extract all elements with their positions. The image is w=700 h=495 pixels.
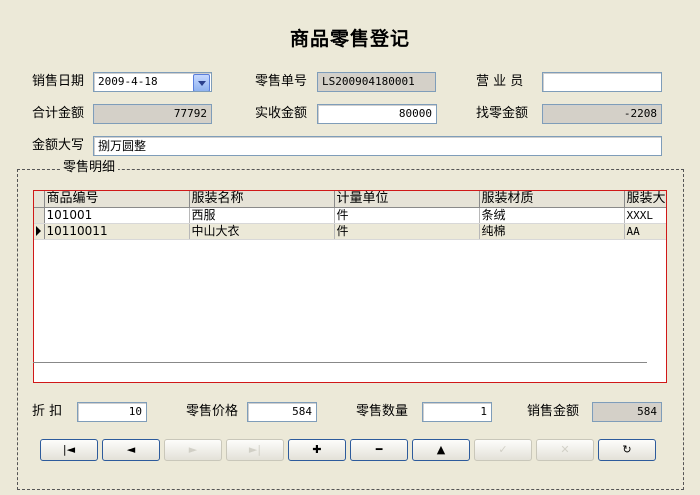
up-triangle-icon: ▲ — [436, 443, 446, 456]
refresh-icon: ↻ — [622, 443, 632, 456]
record-navigator: |◄ ◄ ► ►| ✚ ━ ▲ ✓ ✕ ↻ — [40, 439, 662, 461]
detail-grid[interactable]: 商品编号 服装名称 计量单位 服装材质 服装大 101001 西服 件 条绒 X… — [33, 190, 667, 383]
nav-next-button[interactable]: ► — [164, 439, 222, 461]
cell-size[interactable]: XXXL — [624, 207, 666, 224]
sale-amount-label: 销售金额 — [527, 404, 580, 419]
sale-date-value: 2009-4-18 — [98, 75, 158, 88]
check-icon: ✓ — [498, 443, 508, 456]
nav-refresh-button[interactable]: ↻ — [598, 439, 656, 461]
next-record-icon: ► — [188, 443, 198, 456]
nav-post-button[interactable]: ✓ — [474, 439, 532, 461]
x-icon: ✕ — [560, 443, 570, 456]
row-indicator[interactable] — [34, 207, 45, 224]
column-header-material[interactable]: 服装材质 — [479, 191, 625, 208]
column-header-unit[interactable]: 计量单位 — [334, 191, 480, 208]
plus-icon: ✚ — [312, 443, 322, 456]
cell-name[interactable]: 西服 — [189, 207, 335, 224]
received-amount-label: 实收金额 — [255, 106, 308, 121]
cell-name[interactable]: 中山大衣 — [189, 223, 335, 240]
amount-in-words-label: 金额大写 — [32, 138, 85, 153]
cell-code[interactable]: 101001 — [44, 207, 190, 224]
column-header-name[interactable]: 服装名称 — [189, 191, 335, 208]
nav-first-button[interactable]: |◄ — [40, 439, 98, 461]
amount-in-words-field[interactable]: 捌万圆整 — [93, 136, 662, 156]
total-amount-field[interactable]: 77792 — [93, 104, 212, 124]
nav-last-button[interactable]: ►| — [226, 439, 284, 461]
column-header-code[interactable]: 商品编号 — [44, 191, 190, 208]
grid-corner-header — [34, 191, 45, 208]
cell-unit[interactable]: 件 — [334, 207, 480, 224]
total-amount-label: 合计金额 — [32, 106, 85, 121]
change-amount-label: 找零金额 — [476, 106, 529, 121]
cell-material[interactable]: 条绒 — [479, 207, 625, 224]
retail-qty-label: 零售数量 — [356, 404, 409, 419]
nav-delete-button[interactable]: ━ — [350, 439, 408, 461]
retail-qty-field[interactable]: 1 — [422, 402, 492, 422]
sale-no-field[interactable]: LS200904180001 — [317, 72, 436, 92]
change-amount-field[interactable]: -2208 — [542, 104, 662, 124]
clerk-label: 营 业 员 — [476, 74, 524, 89]
last-record-icon: ►| — [248, 443, 262, 456]
column-header-size[interactable]: 服装大 — [624, 191, 666, 208]
discount-field[interactable]: 10 — [77, 402, 147, 422]
minus-icon: ━ — [375, 443, 383, 456]
cell-unit[interactable]: 件 — [334, 223, 480, 240]
cell-size[interactable]: AA — [624, 223, 666, 240]
discount-label: 折 扣 — [32, 404, 63, 419]
clerk-field[interactable] — [542, 72, 662, 92]
sale-date-picker[interactable]: 2009-4-18 — [93, 72, 212, 92]
cell-code[interactable]: 10110011 — [44, 223, 190, 240]
cell-material[interactable]: 纯棉 — [479, 223, 625, 240]
received-amount-field[interactable]: 80000 — [317, 104, 437, 124]
sale-amount-field[interactable]: 584 — [592, 402, 662, 422]
retail-price-label: 零售价格 — [186, 404, 239, 419]
prior-record-icon: ◄ — [126, 443, 136, 456]
table-row[interactable]: 101001 西服 件 条绒 XXXL — [34, 207, 666, 224]
nav-cancel-button[interactable]: ✕ — [536, 439, 594, 461]
nav-insert-button[interactable]: ✚ — [288, 439, 346, 461]
grid-scrollbar-divider — [33, 362, 647, 363]
dropdown-arrow-icon[interactable] — [193, 74, 210, 91]
table-row[interactable]: 10110011 中山大衣 件 纯棉 AA — [34, 223, 666, 240]
form-title: 商品零售登记 — [289, 28, 410, 50]
nav-prior-button[interactable]: ◄ — [102, 439, 160, 461]
current-row-indicator-icon[interactable] — [34, 223, 45, 240]
sale-date-label: 销售日期 — [32, 74, 85, 89]
retail-price-field[interactable]: 584 — [247, 402, 317, 422]
sale-no-label: 零售单号 — [255, 74, 308, 89]
nav-edit-button[interactable]: ▲ — [412, 439, 470, 461]
detail-group-title: 零售明细 — [60, 160, 119, 176]
first-record-icon: |◄ — [62, 443, 76, 456]
